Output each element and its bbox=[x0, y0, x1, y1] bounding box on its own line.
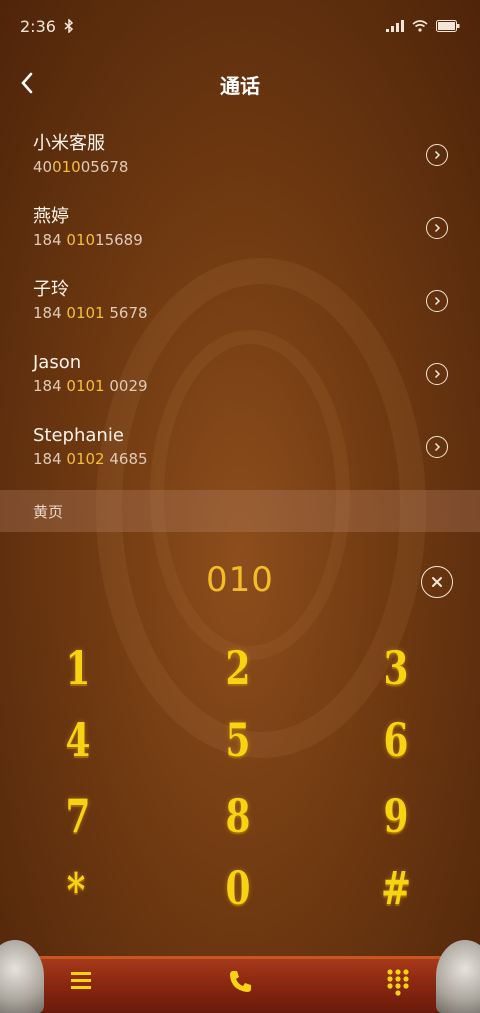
chevron-right-icon bbox=[434, 223, 441, 233]
contact-detail-button[interactable] bbox=[426, 436, 448, 458]
contact-name: 燕婷 bbox=[33, 206, 69, 227]
key-1[interactable]: 1 bbox=[47, 636, 109, 700]
status-bar: 2:36 bbox=[0, 0, 480, 52]
signal-icon bbox=[386, 20, 404, 32]
close-icon bbox=[432, 577, 442, 587]
chevron-right-icon bbox=[434, 150, 441, 160]
key-hash[interactable]: # bbox=[365, 856, 427, 920]
key-3[interactable]: 3 bbox=[365, 636, 427, 700]
contact-detail-button[interactable] bbox=[426, 144, 448, 166]
contact-number: 4001005678 bbox=[33, 158, 129, 176]
key-2[interactable]: 2 bbox=[207, 636, 269, 700]
corner-ornament-left bbox=[0, 940, 44, 1013]
contact-number: 184 0102 4685 bbox=[33, 450, 148, 468]
contact-row[interactable]: Jason 184 0101 0029 bbox=[0, 341, 480, 414]
contact-row[interactable]: 小米客服 4001005678 bbox=[0, 122, 480, 195]
chevron-right-icon bbox=[434, 442, 441, 452]
yellow-pages-row[interactable]: 黄页 bbox=[0, 490, 480, 532]
chevron-right-icon bbox=[434, 369, 441, 379]
key-star[interactable]: * bbox=[45, 858, 107, 922]
contact-detail-button[interactable] bbox=[426, 290, 448, 312]
status-time: 2:36 bbox=[20, 16, 56, 36]
key-0[interactable]: 0 bbox=[207, 856, 269, 920]
contact-name: Stephanie bbox=[33, 425, 124, 446]
bluetooth-icon bbox=[64, 19, 74, 33]
contact-row[interactable]: 子玲 184 0101 5678 bbox=[0, 268, 480, 341]
contact-name: Jason bbox=[33, 352, 82, 373]
key-9[interactable]: 9 bbox=[365, 784, 427, 848]
contact-number: 184 0101 5678 bbox=[33, 304, 148, 322]
call-button[interactable] bbox=[226, 968, 254, 996]
keypad-icon bbox=[387, 969, 409, 996]
back-button[interactable] bbox=[14, 68, 44, 98]
corner-ornament-right bbox=[436, 940, 480, 1013]
key-8[interactable]: 8 bbox=[207, 784, 269, 848]
contact-detail-button[interactable] bbox=[426, 217, 448, 239]
contact-name: 小米客服 bbox=[33, 133, 105, 154]
contact-row[interactable]: Stephanie 184 0102 4685 bbox=[0, 414, 480, 487]
wifi-icon bbox=[412, 20, 428, 32]
key-5[interactable]: 5 bbox=[207, 708, 269, 772]
contact-detail-button[interactable] bbox=[426, 363, 448, 385]
key-4[interactable]: 4 bbox=[47, 708, 109, 772]
menu-button[interactable] bbox=[68, 968, 96, 996]
page-title: 通话 bbox=[220, 73, 260, 98]
header: 通话 bbox=[0, 60, 480, 108]
phone-icon bbox=[230, 971, 251, 992]
clear-button[interactable] bbox=[421, 566, 453, 598]
chevron-right-icon bbox=[434, 296, 441, 306]
contact-number: 184 01015689 bbox=[33, 231, 143, 249]
yellow-pages-label: 黄页 bbox=[33, 502, 64, 521]
menu-icon bbox=[71, 972, 91, 989]
key-6[interactable]: 6 bbox=[365, 708, 427, 772]
dialed-number: 010 bbox=[206, 560, 274, 600]
back-arrow-icon bbox=[21, 72, 33, 94]
contact-number: 184 0101 0029 bbox=[33, 377, 148, 395]
keypad-toggle-button[interactable] bbox=[385, 968, 413, 996]
contact-name: 子玲 bbox=[33, 279, 69, 300]
contact-row[interactable]: 燕婷 184 01015689 bbox=[0, 195, 480, 268]
key-7[interactable]: 7 bbox=[47, 784, 109, 848]
battery-icon bbox=[436, 20, 460, 32]
contact-list: 小米客服 4001005678 燕婷 184 01015689 子玲 184 0… bbox=[0, 122, 480, 487]
